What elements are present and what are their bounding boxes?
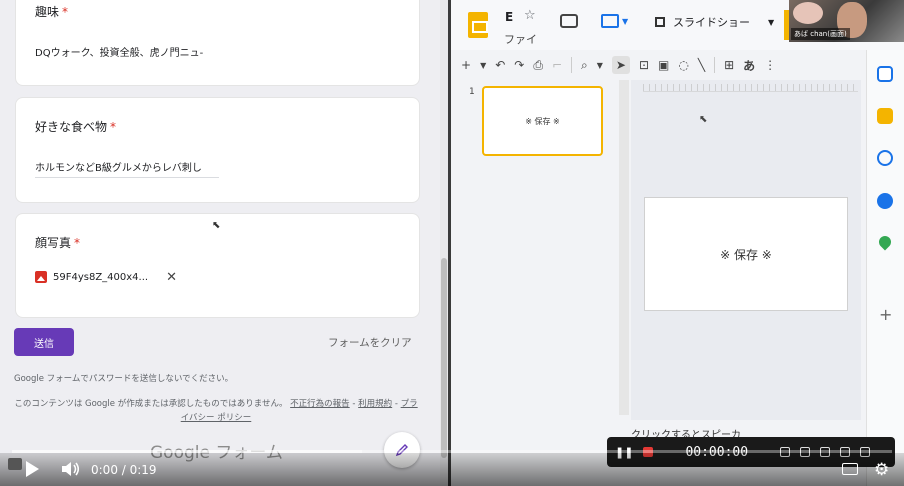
mouse-pointer-icon: ⬉ xyxy=(212,220,221,231)
text-box-icon[interactable]: ⊡ xyxy=(639,58,649,72)
google-slides-pane: E ☆ ファイ ▼ スライドショー ▼ あば chan(画面) + ▼ ↶ ↷ … xyxy=(451,0,904,486)
toolbar-separator xyxy=(714,57,716,73)
zoom-icon[interactable]: ⌕ xyxy=(581,58,588,73)
question-card-hobby: 趣味 * DQウォーク、投資全般、虎ノ門ニュ- xyxy=(15,0,420,86)
shape-icon[interactable]: ◌ xyxy=(678,58,688,72)
slides-logo-icon[interactable] xyxy=(468,12,488,38)
terms-link[interactable]: 利用規約 xyxy=(358,399,392,409)
chevron-down-icon[interactable]: ▼ xyxy=(480,61,486,70)
slide-filmstrip: 1 ※ 保存 ※ xyxy=(451,80,621,455)
question-card-food: 好きな食べ物 * ホルモンなどB級グルメからレバ刺し xyxy=(15,97,420,203)
food-answer-field[interactable]: ホルモンなどB級グルメからレバ刺し xyxy=(35,159,202,174)
paint-format-icon[interactable]: ⌐ xyxy=(552,58,562,72)
upload-icon xyxy=(601,14,619,28)
play-icon[interactable] xyxy=(26,461,39,477)
more-options-icon[interactable]: ⋮ xyxy=(764,58,776,72)
document-title[interactable]: E xyxy=(505,10,513,24)
toolbar-separator xyxy=(571,57,573,73)
speaker-icon xyxy=(62,462,80,476)
report-abuse-link[interactable]: 不正行為の報告 xyxy=(290,399,350,409)
required-mark: * xyxy=(74,236,81,250)
answer-underline xyxy=(35,177,219,178)
add-comment-icon[interactable]: ⊞ xyxy=(724,58,734,72)
slide-canvas[interactable]: ※ 保存 ※ xyxy=(644,197,848,311)
slide-text[interactable]: ※ 保存 ※ xyxy=(720,246,772,263)
slides-toolbar: + ▼ ↶ ↷ ⎙ ⌐ ⌕ ▼ ➤ ⊡ ▣ ◌ ╲ ⊞ あ ⋮ xyxy=(461,52,866,78)
calendar-icon[interactable] xyxy=(877,66,893,82)
remove-file-icon[interactable]: ✕ xyxy=(166,270,177,285)
add-icon[interactable]: + xyxy=(461,58,471,72)
form-scrollbar[interactable] xyxy=(440,0,448,486)
image-icon[interactable]: ▣ xyxy=(658,58,669,72)
volume-icon[interactable] xyxy=(61,461,81,477)
google-form-pane: 趣味 * DQウォーク、投資全般、虎ノ門ニュ- 好きな食べ物 * ホルモンなどB級グ… xyxy=(0,0,448,486)
chevron-down-icon: ▼ xyxy=(622,16,629,26)
slide-thumbnail-text: ※ 保存 ※ xyxy=(525,116,560,126)
uploaded-file-chip[interactable]: 59F4ys8Z_400x4... ✕ xyxy=(35,264,183,290)
clear-form-link[interactable]: フォームをクリア xyxy=(328,335,412,350)
slideshow-icon xyxy=(655,17,665,27)
slideshow-button[interactable]: スライドショー ▼ xyxy=(655,14,774,30)
slide-thumbnail[interactable]: ※ 保存 ※ xyxy=(482,86,603,156)
required-mark: * xyxy=(62,5,69,19)
present-options-button[interactable]: ▼ xyxy=(601,14,628,28)
keep-icon[interactable] xyxy=(877,108,893,124)
chevron-down-icon[interactable]: ▼ xyxy=(597,61,603,70)
submit-button[interactable]: 送信 xyxy=(14,328,74,356)
video-time: 0:00 / 0:19 xyxy=(91,463,157,477)
password-warning: Google フォームでパスワードを送信しないでください。 xyxy=(14,374,234,384)
subtitles-icon[interactable] xyxy=(842,463,858,475)
image-file-icon xyxy=(35,271,47,283)
video-buffer-bar xyxy=(12,450,362,453)
select-tool-icon[interactable]: ➤ xyxy=(611,56,630,74)
maps-icon[interactable] xyxy=(876,233,894,251)
question-title-text: 趣味 xyxy=(35,5,60,19)
slide-number: 1 xyxy=(469,87,475,97)
scrollbar-thumb[interactable] xyxy=(441,258,447,458)
print-icon[interactable]: ⎙ xyxy=(533,58,543,73)
redo-icon[interactable]: ↷ xyxy=(514,58,524,72)
file-name: 59F4ys8Z_400x4... xyxy=(53,271,149,283)
question-title-text: 好きな食べ物 xyxy=(35,120,108,134)
undo-icon[interactable]: ↶ xyxy=(495,58,505,72)
question-title: 趣味 * xyxy=(35,3,68,20)
side-panel: + xyxy=(866,50,904,486)
slide-editor-area: ⬉ ※ 保存 ※ xyxy=(631,80,861,420)
disclaimer-text: このコンテンツは Google が作成または承認したものではありません。 xyxy=(14,399,288,409)
tasks-icon[interactable] xyxy=(877,150,893,166)
input-tools-icon[interactable]: あ xyxy=(743,57,755,74)
line-icon[interactable]: ╲ xyxy=(698,58,705,72)
add-addon-icon[interactable]: + xyxy=(879,305,892,324)
question-title: 顔写真 * xyxy=(35,234,80,251)
hobby-answer-field[interactable]: DQウォーク、投資全般、虎ノ門ニュ- xyxy=(35,44,203,59)
contacts-icon[interactable] xyxy=(877,193,893,209)
star-icon[interactable]: ☆ xyxy=(524,8,536,23)
settings-gear-icon[interactable]: ⚙ xyxy=(874,460,889,480)
slideshow-label: スライドショー xyxy=(673,16,750,29)
comment-icon[interactable] xyxy=(560,14,578,28)
webcam-overlay: あば chan(画面) xyxy=(789,0,904,42)
chevron-down-icon[interactable]: ▼ xyxy=(768,18,774,27)
chapters-icon[interactable] xyxy=(8,458,22,470)
menu-file[interactable]: ファイ xyxy=(504,31,537,47)
webcam-label: あば chan(画面) xyxy=(791,28,850,40)
disclaimer: このコンテンツは Google が作成または承認したものではありません。 不正行… xyxy=(14,399,418,423)
question-title: 好きな食べ物 * xyxy=(35,118,116,135)
slides-header: E ☆ ファイ ▼ スライドショー ▼ あば chan(画面) xyxy=(451,0,904,50)
filmstrip-scrollbar[interactable] xyxy=(619,80,629,415)
mouse-pointer-icon: ⬉ xyxy=(699,114,708,125)
ruler xyxy=(643,84,858,92)
webcam-person xyxy=(793,2,823,24)
question-title-text: 顔写真 xyxy=(35,236,72,250)
required-mark: * xyxy=(110,120,117,134)
